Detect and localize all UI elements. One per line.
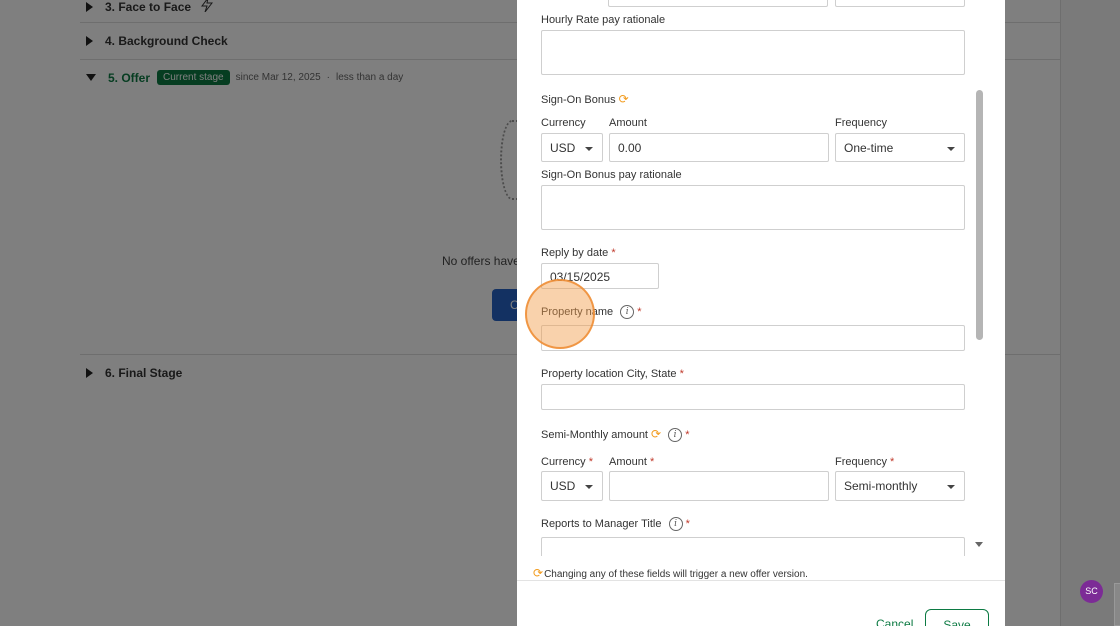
footer-note: Changing any of these fields will trigge… [544,569,808,580]
sign-on-rationale-label: Sign-On Bonus pay rationale [541,169,682,181]
sign-on-amount-input[interactable]: 0.00 [609,133,829,162]
semi-monthly-label: Semi-Monthly amount [541,429,648,441]
required-marker: * [685,517,690,530]
reports-to-input[interactable] [541,537,965,556]
semi-monthly-frequency-select[interactable]: Semi-monthly [835,471,965,501]
modal-scrollbar[interactable] [976,90,983,340]
sync-icon: ⟳ [651,427,662,441]
semi-monthly-currency-label-row: Currency * [541,456,593,468]
avatar[interactable]: SC [1080,580,1103,603]
property-location-label: Property location City, State [541,368,677,380]
semi-monthly-amount-label-row: Amount * [609,456,654,468]
currency-label: Currency [541,117,586,129]
edge-tab[interactable] [1114,583,1120,626]
currency-label: Currency [541,456,586,468]
footer-note-row: ⟳Changing any of these fields will trigg… [533,566,808,580]
hourly-rate-frequency-select[interactable] [835,0,965,7]
amount-label: Amount [609,117,647,129]
hourly-rate-rationale-textarea[interactable] [541,30,965,75]
sync-icon: ⟳ [533,566,544,580]
semi-monthly-amount-input[interactable] [609,471,829,501]
info-icon[interactable]: i [668,428,683,443]
footer-divider [517,580,1005,581]
required-marker: * [679,368,684,380]
required-marker: * [611,247,616,259]
amount-label: Amount [609,456,647,468]
semi-monthly-heading: Semi-Monthly amount ⟳ i * [541,427,690,443]
info-icon[interactable]: i [620,305,635,319]
info-icon[interactable]: i [668,517,683,531]
required-marker: * [685,429,690,441]
semi-monthly-currency-select[interactable]: USD [541,471,603,501]
sign-on-rationale-textarea[interactable] [541,185,965,230]
hourly-rate-rationale-label: Hourly Rate pay rationale [541,14,666,26]
scroll-down-arrow-icon[interactable] [975,542,983,547]
sign-on-bonus-heading: Sign-On Bonus ⟳ [541,92,629,106]
property-location-label-row: Property location City, State * [541,368,684,380]
property-location-input[interactable] [541,384,965,410]
click-highlight [525,279,595,349]
required-marker: * [588,456,593,468]
frequency-label: Frequency [835,456,887,468]
sign-on-currency-select[interactable]: USD [541,133,603,162]
semi-monthly-frequency-label-row: Frequency * [835,456,894,468]
property-name-input[interactable] [541,325,965,351]
required-marker: * [649,456,655,468]
modal-scroll-area[interactable]: Hourly Rate pay rationale Sign-On Bonus ⟳… [517,0,1005,556]
sign-on-bonus-label: Sign-On Bonus [541,94,616,106]
cancel-button[interactable]: Cancel [876,617,913,626]
reply-by-label: Reply by date [541,247,609,259]
reports-to-label-row: Reports to Manager Title i * [541,517,690,531]
reports-to-label: Reports to Manager Title [541,517,662,530]
reply-by-label-row: Reply by date * [541,247,616,259]
frequency-label: Frequency [835,117,887,129]
required-marker: * [890,456,895,468]
save-button[interactable]: Save [925,609,989,626]
required-marker: * [637,305,642,318]
sync-icon: ⟳ [618,92,629,106]
sign-on-frequency-select[interactable]: One-time [835,133,965,162]
hourly-rate-amount-input[interactable] [608,0,828,7]
